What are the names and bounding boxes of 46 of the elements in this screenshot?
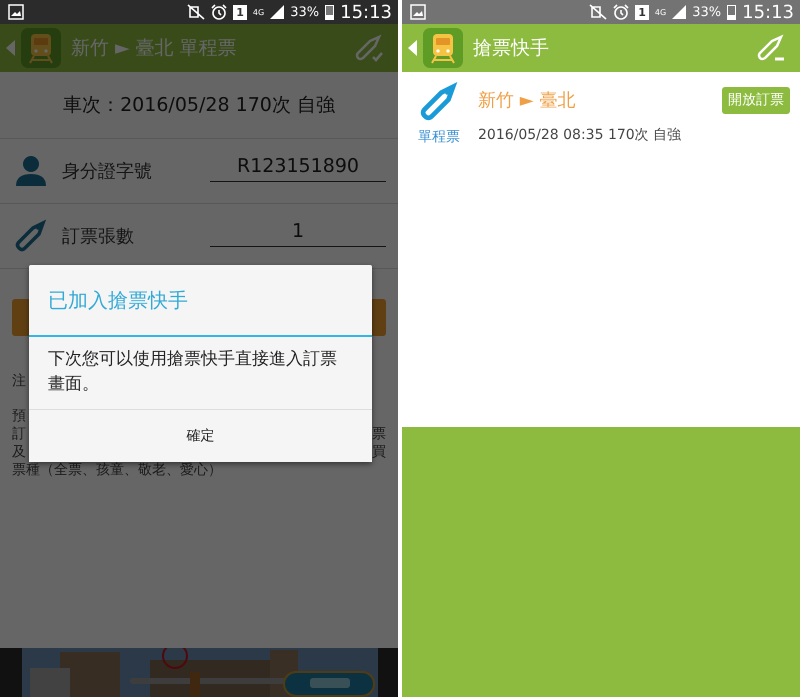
network-indicator: 4G: [252, 8, 264, 16]
input-field[interactable]: R123151890: [210, 148, 386, 182]
note-text: 票: [372, 425, 386, 443]
alarm-icon: [211, 4, 228, 20]
mute-icon: [589, 4, 608, 20]
note-text: 及: [12, 443, 26, 461]
tag-icon: [14, 219, 48, 253]
screen-title: 新竹 ► 臺北 單程票: [71, 36, 238, 61]
ticket-type: 單程票: [418, 128, 460, 146]
note-text: 票種（全票、孩童、敬老、愛心）: [12, 461, 222, 479]
battery-level: 33%: [290, 4, 320, 20]
signal-icon: [672, 5, 686, 19]
train-icon: [423, 28, 463, 68]
mute-icon: [187, 4, 206, 20]
sim-indicator: 1: [635, 4, 649, 20]
input-field[interactable]: 1: [210, 214, 386, 246]
tag-check-icon[interactable]: [354, 33, 384, 63]
screen-title: 搶票快手: [473, 36, 550, 61]
image-icon: [8, 4, 24, 20]
person-icon: [14, 154, 48, 188]
tag-icon: [419, 82, 459, 122]
image-icon: [410, 4, 426, 20]
back-icon[interactable]: [408, 40, 417, 56]
back-icon[interactable]: [6, 40, 15, 56]
note-text: 訂: [12, 425, 26, 443]
note-text: 預: [12, 407, 26, 425]
open-booking-button[interactable]: 開放訂票: [722, 86, 790, 114]
note-text: 注: [12, 372, 26, 390]
alarm-icon: [613, 4, 630, 20]
confirm-button[interactable]: 確定: [29, 410, 372, 462]
battery-icon: [727, 4, 736, 20]
field-label: 身分證字號: [62, 160, 153, 183]
network-indicator: 4G: [654, 8, 666, 16]
trip-details: 2016/05/28 08:35 170次 自強: [478, 126, 682, 144]
clock: 15:13: [340, 2, 392, 22]
signal-icon: [270, 5, 284, 19]
battery-level: 33%: [692, 4, 722, 20]
dialog-title: 已加入搶票快手: [29, 265, 372, 337]
sim-indicator: 1: [233, 4, 247, 20]
train-icon: [21, 28, 61, 68]
note-text: 買: [372, 443, 386, 461]
route-text: 新竹 ► 臺北: [478, 89, 576, 112]
tag-minus-icon[interactable]: [756, 33, 786, 63]
clock: 15:13: [742, 2, 794, 22]
battery-icon: [325, 4, 334, 20]
field-label: 訂票張數: [62, 225, 135, 248]
